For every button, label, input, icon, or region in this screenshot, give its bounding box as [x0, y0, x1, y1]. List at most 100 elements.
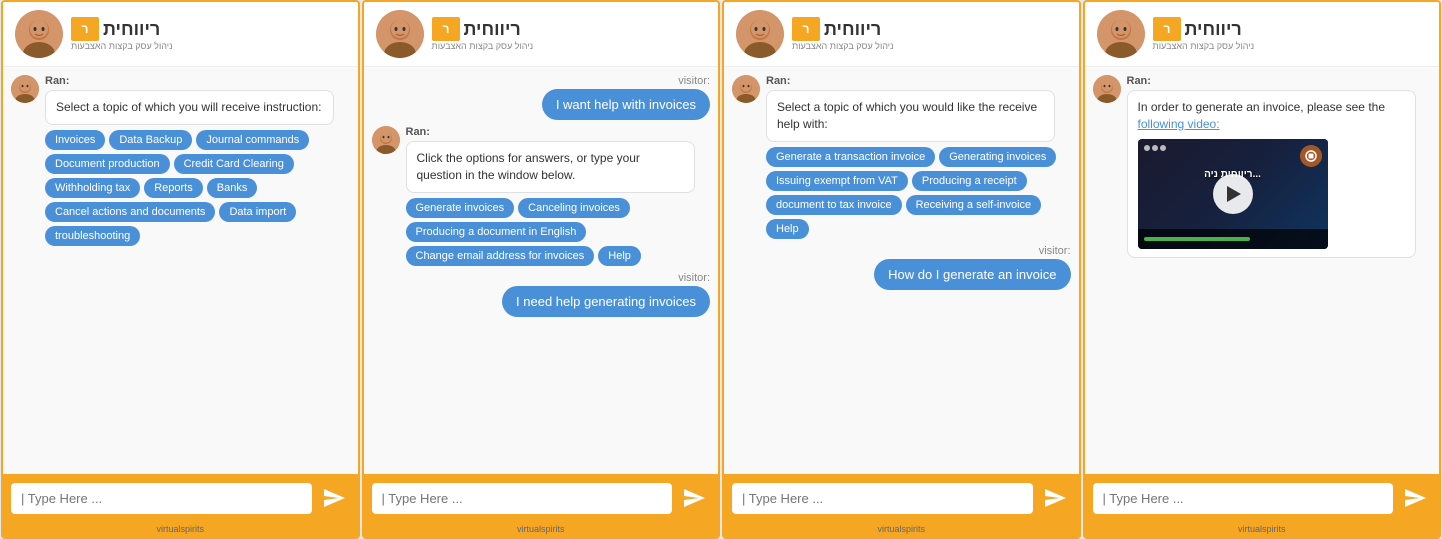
avatar-4 [1097, 10, 1145, 58]
tag-help-2[interactable]: Help [598, 246, 641, 266]
type-input-2[interactable] [372, 483, 673, 514]
play-triangle [1227, 186, 1241, 202]
tag-data-backup[interactable]: Data Backup [109, 130, 192, 150]
visitor-bottom-msg-3: How do I generate an invoice [874, 259, 1070, 290]
bot-text-3: Select a topic of which you would like t… [766, 90, 1055, 142]
tag-invoices[interactable]: Invoices [45, 130, 105, 150]
visitor-top-msg-2: I want help with invoices [542, 89, 710, 120]
tag-doc-to-tax[interactable]: document to tax invoice [766, 195, 902, 215]
logo-text-4: ריווחית [1185, 19, 1242, 40]
logo-text-3: ריווחית [824, 19, 881, 40]
virtualspirits-2: virtualspirits [364, 522, 719, 537]
tag-help-3[interactable]: Help [766, 219, 809, 239]
tag-issuing-exempt-vat[interactable]: Issuing exempt from VAT [766, 171, 908, 191]
send-button-3[interactable] [1039, 482, 1071, 514]
visitor-bottom-row-3: visitor: How do I generate an invoice [732, 245, 1071, 290]
visitor-bottom-msg-2: I need help generating invoices [502, 286, 710, 317]
tag-change-email[interactable]: Change email address for invoices [406, 246, 595, 266]
tag-canceling-invoices[interactable]: Canceling invoices [518, 198, 630, 218]
chat-footer-2 [364, 474, 719, 522]
chat-footer-1 [3, 474, 358, 522]
visitor-label-top-2: visitor: [678, 75, 710, 87]
bot-name-2: Ran: [406, 126, 711, 138]
bot-avatar-1 [11, 75, 39, 103]
svg-text:ר: ר [82, 22, 89, 36]
header-1: ר ריווחית ניהול עסק בקצות האצבעות [3, 2, 358, 67]
tag-generating-invoices[interactable]: Generating invoices [939, 147, 1056, 167]
chat-footer-3 [724, 474, 1079, 522]
virtualspirits-4: virtualspirits [1085, 522, 1440, 537]
header-3: ר ריווחית ניהול עסק בקצות האצבעות [724, 2, 1079, 67]
chat-body-1[interactable]: Ran: Select a topic of which you will re… [3, 67, 358, 474]
tag-generate-invoices[interactable]: Generate invoices [406, 198, 515, 218]
logo-icon-4: ר [1153, 17, 1181, 41]
bot-name-1: Ran: [45, 75, 350, 87]
type-input-1[interactable] [11, 483, 312, 514]
logo-brand-4: ר ריווחית [1153, 17, 1255, 41]
tag-cancel-actions[interactable]: Cancel actions and documents [45, 202, 215, 222]
tag-producing-receipt[interactable]: Producing a receipt [912, 171, 1027, 191]
visitor-label-bottom-2: visitor: [678, 272, 710, 284]
svg-text:ר: ר [442, 22, 449, 36]
type-input-3[interactable] [732, 483, 1033, 514]
avatar-2 [376, 10, 424, 58]
logo-area-1: ר ריווחית ניהול עסק בקצות האצבעות [71, 17, 173, 51]
bot-message-row-4: Ran: In order to generate an invoice, pl… [1093, 75, 1432, 258]
logo-area-3: ר ריווחית ניהול עסק בקצות האצבעות [792, 17, 894, 51]
svg-text:ר: ר [1163, 22, 1170, 36]
send-icon-4 [1403, 486, 1427, 510]
tag-buttons-1: Invoices Data Backup Journal commands Do… [45, 130, 350, 246]
chat-body-4[interactable]: Ran: In order to generate an invoice, pl… [1085, 67, 1440, 474]
tag-troubleshooting[interactable]: troubleshooting [45, 226, 140, 246]
video-thumbnail[interactable]: ריווחית ניה... [1138, 139, 1328, 249]
tag-buttons-2: Generate invoices Canceling invoices Pro… [406, 198, 711, 266]
logo-brand-3: ר ריווחית [792, 17, 894, 41]
video-play-button[interactable] [1213, 174, 1253, 214]
chat-footer-4 [1085, 474, 1440, 522]
bot-content-3: Ran: Select a topic of which you would l… [766, 75, 1071, 239]
bot-content-1: Ran: Select a topic of which you will re… [45, 75, 350, 246]
logo-icon-1: ר [71, 17, 99, 41]
chat-window-1: ר ריווחית ניהול עסק בקצות האצבעות [1, 0, 360, 539]
tag-document-production[interactable]: Document production [45, 154, 170, 174]
logo-icon-2: ר [432, 17, 460, 41]
tag-banks[interactable]: Banks [207, 178, 258, 198]
tag-credit-card-clearing[interactable]: Credit Card Clearing [174, 154, 294, 174]
logo-area-4: ר ריווחית ניהול עסק בקצות האצבעות [1153, 17, 1255, 51]
chat-body-2[interactable]: visitor: I want help with invoices Ran: [364, 67, 719, 474]
bot-message-row-1: Ran: Select a topic of which you will re… [11, 75, 350, 246]
bot-avatar-4 [1093, 75, 1121, 103]
logo-sub-4: ניהול עסק בקצות האצבעות [1153, 41, 1255, 51]
dot-2 [1152, 145, 1158, 151]
bot-text-2: Click the options for answers, or type y… [406, 141, 695, 193]
tag-journal-commands[interactable]: Journal commands [196, 130, 309, 150]
video-link[interactable]: following video: [1138, 117, 1220, 131]
type-input-4[interactable] [1093, 483, 1394, 514]
tag-withholding-tax[interactable]: Withholding tax [45, 178, 140, 198]
chat-window-2: ר ריווחית ניהול עסק בקצות האצבעות visito… [362, 0, 721, 539]
logo-text-1: ריווחית [103, 19, 160, 40]
tag-data-import[interactable]: Data import [219, 202, 296, 222]
chat-container: ר ריווחית ניהול עסק בקצות האצבעות [0, 0, 1442, 539]
send-button-2[interactable] [678, 482, 710, 514]
visitor-label-bottom-3: visitor: [1039, 245, 1071, 257]
tag-reports[interactable]: Reports [144, 178, 203, 198]
tag-transaction-invoice[interactable]: Generate a transaction invoice [766, 147, 935, 167]
tag-self-invoice[interactable]: Receiving a self-invoice [906, 195, 1042, 215]
logo-sub-3: ניהול עסק בקצות האצבעות [792, 41, 894, 51]
visitor-bottom-row-2: visitor: I need help generating invoices [372, 272, 711, 317]
logo-sub-2: ניהול עסק בקצות האצבעות [432, 41, 534, 51]
visitor-top-row-2: visitor: I want help with invoices [372, 75, 711, 120]
header-2: ר ריווחית ניהול עסק בקצות האצבעות [364, 2, 719, 67]
bot-text-4: In order to generate an invoice, please … [1127, 90, 1416, 258]
send-button-4[interactable] [1399, 482, 1431, 514]
chat-window-4: ר ריווחית ניהול עסק בקצות האצבעות [1083, 0, 1442, 539]
video-progress-bar [1138, 229, 1328, 249]
bot-name-4: Ran: [1127, 75, 1432, 87]
tag-producing-doc-english[interactable]: Producing a document in English [406, 222, 587, 242]
bot-message-row-2: Ran: Click the options for answers, or t… [372, 126, 711, 266]
chat-body-3[interactable]: Ran: Select a topic of which you would l… [724, 67, 1079, 474]
send-icon-1 [322, 486, 346, 510]
send-button-1[interactable] [318, 482, 350, 514]
logo-icon-3: ר [792, 17, 820, 41]
